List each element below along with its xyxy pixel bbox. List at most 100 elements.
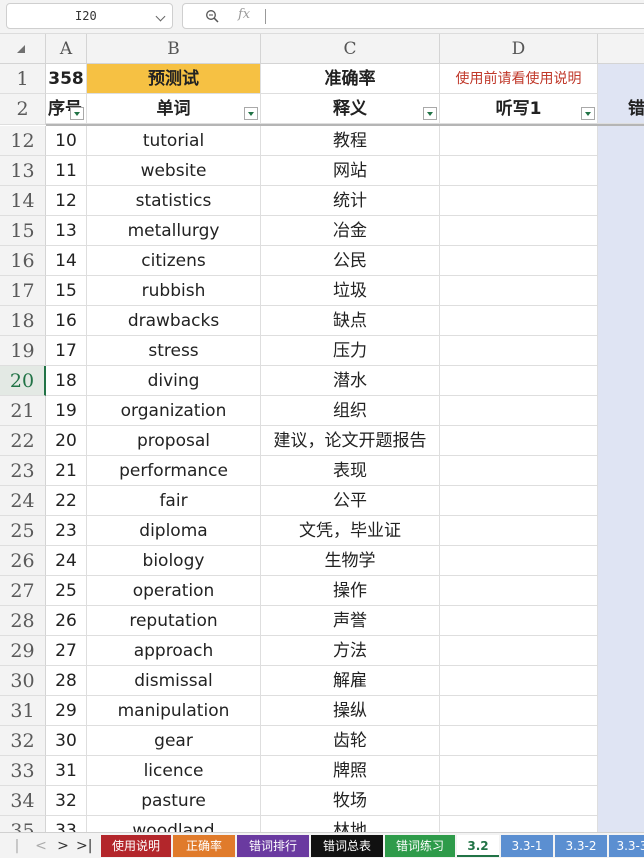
word-cell[interactable]: operation: [87, 576, 261, 606]
column-header-c[interactable]: C: [261, 34, 440, 64]
dictation-cell[interactable]: [440, 156, 598, 186]
dictation-cell[interactable]: [440, 696, 598, 726]
select-all-button[interactable]: [0, 34, 46, 64]
dictation-cell[interactable]: [440, 606, 598, 636]
row-header[interactable]: 12: [0, 126, 46, 156]
filter-dropdown-icon[interactable]: [423, 107, 437, 120]
meaning-cell[interactable]: 公平: [261, 486, 440, 516]
row-header[interactable]: 28: [0, 606, 46, 636]
row-header[interactable]: 29: [0, 636, 46, 666]
dictation-cell[interactable]: [440, 786, 598, 816]
row-header[interactable]: 34: [0, 786, 46, 816]
meaning-cell[interactable]: 方法: [261, 636, 440, 666]
meaning-cell[interactable]: 垃圾: [261, 276, 440, 306]
row-header[interactable]: 24: [0, 486, 46, 516]
index-cell[interactable]: 32: [46, 786, 87, 816]
row-header[interactable]: 23: [0, 456, 46, 486]
word-cell[interactable]: reputation: [87, 606, 261, 636]
index-cell[interactable]: 20: [46, 426, 87, 456]
meaning-cell[interactable]: 网站: [261, 156, 440, 186]
index-cell[interactable]: 22: [46, 486, 87, 516]
row-header[interactable]: 30: [0, 666, 46, 696]
row-header[interactable]: 13: [0, 156, 46, 186]
meaning-cell[interactable]: 公民: [261, 246, 440, 276]
word-cell[interactable]: fair: [87, 486, 261, 516]
meaning-cell[interactable]: 表现: [261, 456, 440, 486]
meaning-cell[interactable]: 教程: [261, 126, 440, 156]
word-cell[interactable]: diving: [87, 366, 261, 396]
index-cell[interactable]: 23: [46, 516, 87, 546]
row-header[interactable]: 16: [0, 246, 46, 276]
chevron-down-icon[interactable]: [155, 11, 166, 22]
dictation-cell[interactable]: [440, 456, 598, 486]
sheet-tab[interactable]: 正确率: [173, 835, 235, 857]
word-cell[interactable]: diploma: [87, 516, 261, 546]
row-header[interactable]: 20: [0, 366, 46, 396]
header-word-cell[interactable]: 单词: [87, 94, 261, 124]
meaning-cell[interactable]: 潜水: [261, 366, 440, 396]
dictation-cell[interactable]: [440, 126, 598, 156]
word-cell[interactable]: website: [87, 156, 261, 186]
index-cell[interactable]: 33: [46, 816, 87, 832]
sheet-tab[interactable]: 使用说明: [101, 835, 171, 857]
meaning-cell[interactable]: 生物学: [261, 546, 440, 576]
row-header[interactable]: 18: [0, 306, 46, 336]
row-header[interactable]: 27: [0, 576, 46, 606]
sheet-tab[interactable]: 3.3-1: [501, 835, 553, 857]
word-cell[interactable]: approach: [87, 636, 261, 666]
word-cell[interactable]: stress: [87, 336, 261, 366]
instruction-note-cell[interactable]: 使用前请看使用说明: [440, 64, 598, 94]
meaning-cell[interactable]: 缺点: [261, 306, 440, 336]
row-header[interactable]: 31: [0, 696, 46, 726]
magnifier-icon[interactable]: [205, 9, 219, 23]
row-header[interactable]: 19: [0, 336, 46, 366]
fx-icon[interactable]: fx: [238, 7, 250, 22]
pretest-title-cell[interactable]: 预测试: [87, 64, 261, 94]
index-cell[interactable]: 19: [46, 396, 87, 426]
index-cell[interactable]: 28: [46, 666, 87, 696]
row-header[interactable]: 35: [0, 816, 46, 832]
sheet-tab[interactable]: 错词排行: [237, 835, 309, 857]
row-header[interactable]: 1: [0, 64, 46, 94]
index-cell[interactable]: 18: [46, 366, 87, 396]
index-cell[interactable]: 16: [46, 306, 87, 336]
meaning-cell[interactable]: 建议，论文开题报告: [261, 426, 440, 456]
word-cell[interactable]: pasture: [87, 786, 261, 816]
header-wrong-cell[interactable]: 错: [598, 94, 644, 124]
index-cell[interactable]: 17: [46, 336, 87, 366]
dictation-cell[interactable]: [440, 186, 598, 216]
total-count-cell[interactable]: 358: [46, 64, 87, 94]
column-header-b[interactable]: B: [87, 34, 261, 64]
word-cell[interactable]: rubbish: [87, 276, 261, 306]
dictation-cell[interactable]: [440, 426, 598, 456]
meaning-cell[interactable]: 冶金: [261, 216, 440, 246]
word-cell[interactable]: dismissal: [87, 666, 261, 696]
row-header[interactable]: 32: [0, 726, 46, 756]
meaning-cell[interactable]: 操作: [261, 576, 440, 606]
word-cell[interactable]: tutorial: [87, 126, 261, 156]
dictation-cell[interactable]: [440, 216, 598, 246]
row-header[interactable]: 17: [0, 276, 46, 306]
word-cell[interactable]: citizens: [87, 246, 261, 276]
word-cell[interactable]: performance: [87, 456, 261, 486]
sheet-tab[interactable]: 3.3-2: [555, 835, 607, 857]
sheet-tab[interactable]: 3.2: [457, 835, 499, 857]
meaning-cell[interactable]: 林地: [261, 816, 440, 832]
dictation-cell[interactable]: [440, 756, 598, 786]
word-cell[interactable]: woodland: [87, 816, 261, 832]
index-cell[interactable]: 26: [46, 606, 87, 636]
sheet-tab[interactable]: 3.3-3: [609, 835, 644, 857]
header-index-cell[interactable]: 序号: [46, 94, 87, 124]
next-sheet-icon[interactable]: >: [56, 837, 70, 855]
dictation-cell[interactable]: [440, 546, 598, 576]
dictation-cell[interactable]: [440, 576, 598, 606]
index-cell[interactable]: 14: [46, 246, 87, 276]
index-cell[interactable]: 29: [46, 696, 87, 726]
column-header-d[interactable]: D: [440, 34, 598, 64]
index-cell[interactable]: 30: [46, 726, 87, 756]
column-header-e[interactable]: [598, 34, 644, 64]
formula-input[interactable]: fx: [182, 3, 644, 29]
column-header-a[interactable]: A: [46, 34, 87, 64]
row-header[interactable]: 15: [0, 216, 46, 246]
last-sheet-icon[interactable]: >|: [76, 837, 92, 855]
